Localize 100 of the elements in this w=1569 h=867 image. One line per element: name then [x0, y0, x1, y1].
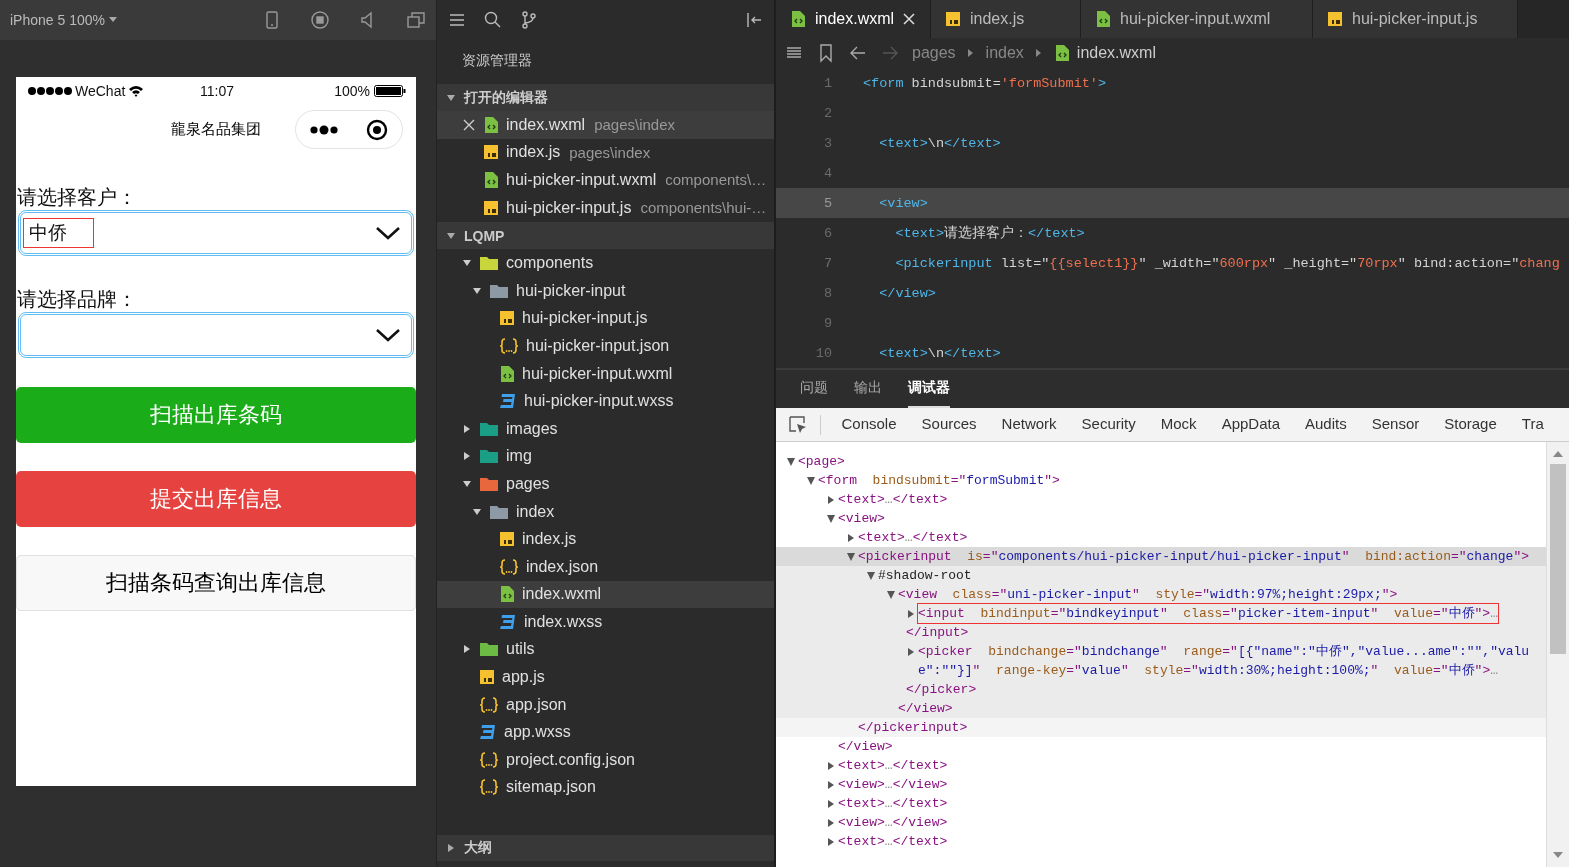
- code-line: <text>请选择客户：</text>: [894, 224, 1085, 242]
- line-number: 6: [822, 225, 832, 241]
- devtools-tab[interactable]: Storage: [1431, 408, 1510, 441]
- file-tree-item[interactable]: index.wxss: [437, 608, 774, 636]
- file-tree-item[interactable]: hui-picker-input.js: [437, 304, 774, 333]
- device-selector[interactable]: iPhone 5 100%: [10, 12, 117, 28]
- breadcrumb-item[interactable]: index.wxml: [1053, 44, 1156, 62]
- line-number: 8: [822, 285, 832, 301]
- scrollbar[interactable]: [1546, 442, 1569, 867]
- devtools-tab[interactable]: Security: [1069, 408, 1149, 441]
- dom-node[interactable]: <page>: [798, 452, 845, 471]
- scroll-down-icon: [1553, 851, 1563, 859]
- file-tree-item[interactable]: hui-picker-input.wxml: [437, 359, 774, 388]
- search-icon[interactable]: [483, 10, 503, 30]
- dom-node[interactable]: <view>…</view>: [838, 813, 948, 832]
- open-editor-item[interactable]: index.js pages\index: [437, 138, 774, 167]
- panel-tab[interactable]: 输出: [854, 370, 882, 408]
- dom-closing-tag: </view>: [898, 699, 953, 718]
- devtools-tab[interactable]: Tra: [1509, 408, 1557, 441]
- windows-icon[interactable]: [406, 10, 426, 30]
- dom-node[interactable]: <text>…</text>: [858, 528, 968, 547]
- code-file-icon: [1095, 10, 1111, 28]
- file-tree-item[interactable]: app.json: [437, 690, 774, 719]
- breadcrumb-item[interactable]: index: [985, 44, 1024, 62]
- open-editor-item[interactable]: hui-picker-input.wxml components\…: [437, 166, 774, 194]
- dom-node[interactable]: <form bindsubmit="formSubmit">: [818, 471, 1060, 490]
- dom-node[interactable]: #shadow-root: [878, 566, 972, 585]
- code-file-icon: [499, 585, 515, 604]
- carrier-name: WeChat: [75, 82, 126, 99]
- breadcrumb-item[interactable]: pages: [912, 44, 956, 62]
- close-icon: [903, 13, 916, 25]
- devtools-tab[interactable]: Sources: [909, 408, 990, 441]
- open-editor-item[interactable]: hui-picker-input.js components\hui-…: [437, 193, 774, 222]
- json-file-icon: [479, 695, 499, 714]
- dom-node[interactable]: <text>…</text>: [838, 832, 948, 851]
- file-tree-item[interactable]: project.config.json: [437, 746, 774, 774]
- section-header[interactable]: 打开的编辑器: [437, 84, 774, 111]
- dom-node[interactable]: <view>: [838, 509, 885, 528]
- file-tree-item[interactable]: img: [437, 442, 774, 471]
- caret-icon: [1035, 48, 1042, 58]
- editor-tab[interactable]: index.js: [931, 0, 1081, 38]
- file-tree-item[interactable]: images: [437, 414, 774, 443]
- file-tree-item[interactable]: index.json: [437, 552, 774, 581]
- clock-time: 11:07: [200, 82, 234, 99]
- file-tree-item[interactable]: app.wxss: [437, 718, 774, 747]
- devtools-tab[interactable]: Sensor: [1359, 408, 1432, 441]
- editor-tab[interactable]: index.wxml: [776, 0, 931, 38]
- style-file-icon: [499, 613, 517, 630]
- devtools-tab[interactable]: Network: [989, 408, 1070, 441]
- section-header[interactable]: LQMP: [437, 222, 774, 250]
- action-button[interactable]: 提交出库信息: [16, 471, 416, 527]
- caret-icon: [108, 17, 117, 23]
- file-tree-item[interactable]: pages: [437, 470, 774, 498]
- field-label: 请选择客户：: [16, 185, 138, 210]
- js-file-icon: [1327, 11, 1343, 27]
- panel-title: 资源管理器: [461, 51, 533, 70]
- caret-icon: [967, 48, 974, 58]
- file-path: pages\index: [594, 116, 676, 134]
- line-number: 7: [822, 255, 832, 271]
- branch-icon[interactable]: [519, 10, 539, 30]
- picker-field[interactable]: [18, 312, 414, 358]
- devtools-tab[interactable]: Console: [829, 408, 910, 441]
- dom-node[interactable]: <text>…</text>: [838, 490, 948, 509]
- record-icon[interactable]: [310, 10, 330, 30]
- section-header[interactable]: 大纲: [437, 835, 774, 861]
- code-line: <form bindsubmit='formSubmit'>: [863, 75, 1107, 91]
- collapse-panel-icon[interactable]: [744, 10, 764, 30]
- file-tree-item[interactable]: index.wxml: [437, 580, 774, 609]
- file-tree-item[interactable]: utils: [437, 635, 774, 664]
- file-tree-item[interactable]: sitemap.json: [437, 773, 774, 802]
- file-tree-item[interactable]: components: [437, 249, 774, 277]
- editor-tab[interactable]: hui-picker-input.wxml: [1081, 0, 1313, 38]
- line-number: 3: [822, 135, 832, 151]
- editor-tab[interactable]: hui-picker-input.js: [1313, 0, 1518, 38]
- devtools-tab[interactable]: Mock: [1148, 408, 1210, 441]
- field-label: 请选择品牌：: [16, 287, 138, 312]
- line-number: 9: [822, 315, 832, 331]
- line-number: 5: [822, 195, 832, 211]
- json-file-icon: [499, 557, 519, 576]
- signal-icon: [28, 85, 72, 96]
- file-tree-item[interactable]: hui-picker-input.json: [437, 332, 774, 360]
- file-tree-item[interactable]: index: [437, 497, 774, 526]
- file-tree-item[interactable]: index.js: [437, 525, 774, 553]
- file-tree-item[interactable]: app.js: [437, 663, 774, 691]
- dom-node[interactable]: <text>…</text>: [838, 794, 948, 813]
- devtools-tab[interactable]: Audits: [1292, 408, 1360, 441]
- chevron-down-icon: [375, 225, 401, 241]
- action-button[interactable]: 扫描条码查询出库信息: [16, 555, 416, 611]
- js-file-icon: [499, 310, 515, 327]
- inspect-icon: [788, 414, 808, 435]
- file-tree-item[interactable]: hui-picker-input: [437, 276, 774, 305]
- panel-tab[interactable]: 问题: [800, 370, 828, 408]
- line-number: 2: [822, 105, 832, 121]
- dom-node[interactable]: <text>…</text>: [838, 756, 948, 775]
- open-editor-item[interactable]: index.wxml pages\index: [437, 111, 774, 139]
- code-file-icon: [1053, 44, 1070, 62]
- file-tree-item[interactable]: hui-picker-input.wxss: [437, 387, 774, 415]
- dom-node[interactable]: <view>…</view>: [838, 775, 948, 794]
- picker-field[interactable]: 中侨: [18, 210, 414, 256]
- devtools-tab[interactable]: AppData: [1209, 408, 1293, 441]
